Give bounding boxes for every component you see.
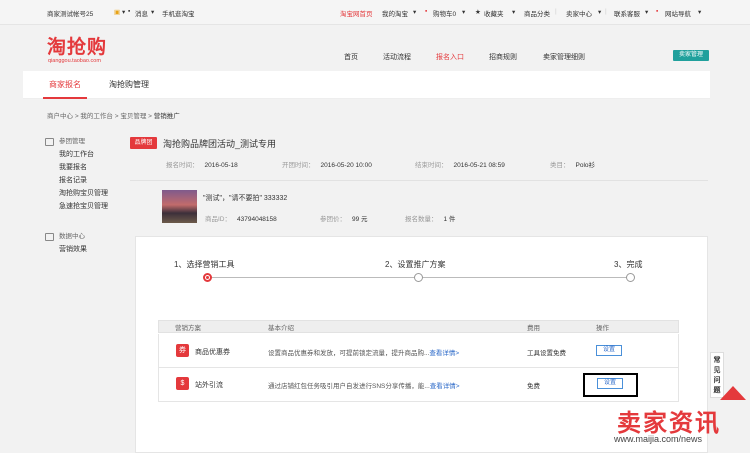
category: 类目： Polo衫: [550, 162, 596, 169]
brand-group-badge: 品牌团: [130, 137, 157, 149]
divider: |: [555, 8, 557, 15]
divider: [130, 180, 708, 181]
site-logo[interactable]: 淘抢购: [47, 38, 107, 58]
favorites-link[interactable]: 收藏夹: [484, 8, 504, 18]
watermark-url: www.maijia.com/news: [614, 434, 703, 444]
breadcrumb: 商户中心 > 我的工作台 > 宝贝管理 > 营销推广: [47, 110, 180, 120]
tab-qianggou-manage[interactable]: 淘抢购管理: [103, 71, 155, 99]
group-price: 参团价： 99 元: [320, 216, 368, 223]
seller-manage-button[interactable]: 卖家管理: [673, 50, 709, 61]
message-icon: ▪: [128, 8, 131, 15]
my-taobao-link[interactable]: 我的淘宝: [382, 8, 408, 18]
highlight-box: [583, 373, 638, 397]
breadcrumb-current: 营销推广: [153, 113, 180, 120]
chevron-down-icon[interactable]: ▾: [645, 8, 648, 16]
nav-signup[interactable]: 报名入口: [436, 52, 464, 62]
account-name[interactable]: 商家测试帐号25: [47, 8, 93, 18]
cart-link[interactable]: 购物车0: [433, 8, 456, 18]
plan-fee: 免费: [527, 383, 540, 390]
coupon-icon: 券: [176, 344, 189, 357]
details-link[interactable]: 查看详情>: [429, 350, 459, 357]
step-2-label: 2、设置推广方案: [385, 260, 446, 269]
chevron-down-icon[interactable]: ▾: [512, 8, 515, 16]
site-header: 淘抢购 qianggou.taobao.com 首页 活动流程 报名入口 招商规…: [0, 25, 750, 70]
plan-fee: 工具设置免费: [527, 350, 566, 357]
nav-home[interactable]: 首页: [344, 52, 358, 62]
watermark-house-icon: [720, 386, 746, 400]
plan-description: 设置商品优惠券和发放，可提前锁定流量，提升商品购...查看详情>: [268, 350, 460, 357]
product-thumbnail[interactable]: [162, 190, 197, 223]
taobao-home-link[interactable]: 淘宝网首页: [340, 8, 373, 18]
service-link[interactable]: 联系客服: [614, 8, 640, 18]
breadcrumb-item[interactable]: 商户中心: [47, 113, 73, 120]
chevron-down-icon[interactable]: ▾: [122, 8, 125, 16]
chevron-down-icon[interactable]: ▾: [151, 8, 154, 16]
categories-link[interactable]: 商品分类: [524, 8, 550, 18]
logo-url: qianggou.taobao.com: [48, 58, 101, 64]
nav-process[interactable]: 活动流程: [383, 52, 411, 62]
sidebar-item-goods-manage[interactable]: 淘抢购宝贝管理: [45, 187, 125, 200]
signup-quantity: 报名数量： 1 件: [405, 216, 456, 223]
breadcrumb-separator: >: [148, 113, 152, 120]
chevron-down-icon[interactable]: ▾: [462, 8, 465, 16]
tab-merchant-signup[interactable]: 商家报名: [43, 71, 87, 99]
data-icon: [45, 233, 54, 241]
flag-icon: [45, 138, 54, 146]
cart-icon: ▪: [425, 8, 428, 15]
sidebar: 参团管理 我的工作台 我要报名 报名记录 淘抢购宝贝管理 急速抢宝贝管理 数据中…: [45, 136, 125, 256]
plan-description: 通过店铺红包任务吸引用户自发进行SNS分享传播，能...查看详情>: [268, 383, 460, 390]
plan-name: 商品优惠券: [195, 349, 230, 356]
step-3-label: 3、完成: [614, 260, 643, 269]
column-header: 操作: [596, 325, 609, 332]
level-icon: ▣: [114, 9, 121, 16]
breadcrumb-separator: >: [114, 113, 119, 120]
sidebar-item-signup[interactable]: 我要报名: [45, 161, 125, 174]
nav-rules[interactable]: 招商规则: [489, 52, 517, 62]
watermark-text: 卖家资讯: [617, 410, 721, 437]
setup-button[interactable]: 设置: [596, 345, 622, 356]
site-nav-icon: ▪: [656, 8, 659, 15]
mobile-link[interactable]: 手机逛淘宝: [162, 8, 195, 18]
plan-name: 站外引流: [195, 382, 223, 389]
start-time: 开团时间： 2016-05-20 10:00: [282, 162, 372, 169]
sidebar-item-workbench[interactable]: 我的工作台: [45, 148, 125, 161]
divider: |: [605, 8, 607, 15]
site-nav-link[interactable]: 网站导航: [665, 8, 691, 18]
sidebar-group-title: 参团管理: [45, 136, 125, 148]
details-link[interactable]: 查看详情>: [430, 383, 460, 390]
product-id: 商品ID： 43794048158: [205, 216, 277, 223]
sidebar-group-title: 数据中心: [45, 231, 125, 243]
chevron-down-icon[interactable]: ▾: [598, 8, 601, 16]
nav-seller-rules[interactable]: 卖家管理细则: [543, 52, 585, 62]
end-time: 结束时间： 2016-05-21 08:59: [415, 162, 505, 169]
money-bag-icon: $: [176, 377, 189, 390]
step-2-dot: [414, 273, 423, 282]
chevron-down-icon[interactable]: ▾: [413, 8, 416, 16]
breadcrumb-item[interactable]: 我的工作台: [80, 113, 113, 120]
product-name: "测试"，"请不要拍" 333332: [203, 195, 288, 202]
signup-date: 报名时间： 2016-05-18: [166, 162, 238, 169]
step-1-dot: [203, 273, 212, 282]
tab-bar: 商家报名 淘抢购管理: [23, 71, 710, 99]
messages-link[interactable]: 消息: [135, 8, 148, 18]
step-1-label: 1、选择营销工具: [174, 260, 235, 269]
sidebar-item-records[interactable]: 报名记录: [45, 174, 125, 187]
step-3-dot: [626, 273, 635, 282]
column-header: 营销方案: [175, 325, 201, 332]
star-icon: ★: [475, 9, 481, 16]
chevron-down-icon[interactable]: ▾: [698, 8, 701, 16]
breadcrumb-item[interactable]: 宝贝管理: [120, 113, 146, 120]
seller-center-link[interactable]: 卖家中心: [566, 8, 592, 18]
top-bar: 商家测试帐号25 ▣ ▾ ▪ 消息 ▾ 手机逛淘宝 淘宝网首页 我的淘宝 ▾ ▪…: [0, 0, 750, 25]
breadcrumb-separator: >: [74, 113, 79, 120]
sidebar-item-flash-manage[interactable]: 急速抢宝贝管理: [45, 200, 125, 213]
column-header: 费用: [527, 325, 540, 332]
sidebar-item-marketing-effect[interactable]: 营销效果: [45, 243, 125, 256]
activity-title: 淘抢购品牌团活动_测试专用: [163, 139, 277, 149]
column-header: 基本介绍: [268, 325, 294, 332]
